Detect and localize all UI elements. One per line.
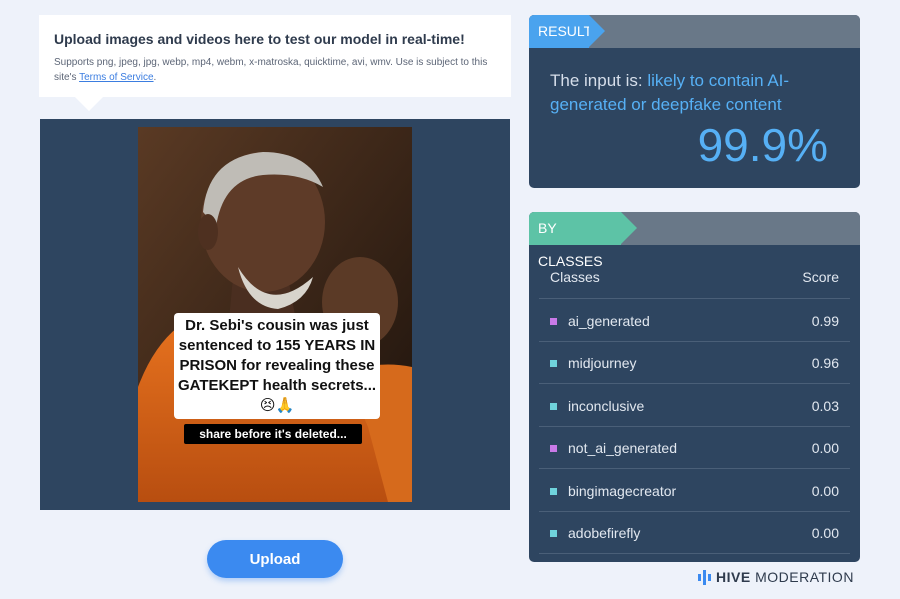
tooltip-pointer: [75, 97, 103, 111]
class-score: 0.96: [811, 355, 839, 371]
class-score: 0.00: [811, 483, 839, 499]
class-name: adobefirefly: [568, 525, 641, 541]
class-name: midjourney: [568, 355, 637, 371]
brand-name-rest: MODERATION: [750, 569, 854, 585]
table-row: midjourney 0.96: [539, 341, 850, 384]
col-classes: Classes: [550, 269, 600, 285]
brand-name-bold: HIVE: [716, 569, 751, 585]
class-color-marker: [550, 318, 557, 325]
result-card: RESULT The input is: likely to contain A…: [529, 15, 860, 188]
brand-text: HIVE MODERATION: [716, 569, 854, 585]
col-score: Score: [802, 269, 839, 285]
class-score: 0.00: [811, 525, 839, 541]
table-row: inconclusive 0.03: [539, 384, 850, 427]
class-color-marker: [550, 530, 557, 537]
class-score: 0.03: [811, 398, 839, 414]
result-score: 99.9%: [697, 119, 828, 171]
class-color-marker: [550, 403, 557, 410]
class-name: ai_generated: [568, 313, 650, 329]
media-preview-panel: Dr. Sebi's cousin was just sentenced to …: [40, 119, 510, 510]
result-verdict: The input is: likely to contain AI-gener…: [550, 69, 840, 117]
verdict-prefix: The input is:: [550, 71, 648, 90]
class-name: inconclusive: [568, 398, 645, 414]
table-row: not_ai_generated 0.00: [539, 426, 850, 469]
table-row: adobefirefly 0.00: [539, 511, 850, 554]
table-row: bingimagecreator 0.00: [539, 469, 850, 512]
upload-info-title: Upload images and videos here to test ou…: [54, 31, 465, 47]
class-score: 0.00: [811, 440, 839, 456]
hive-logo-icon: [698, 570, 711, 585]
classes-tab: BY CLASSES: [529, 212, 637, 269]
class-score: 0.99: [811, 313, 839, 329]
tos-suffix: .: [153, 72, 157, 83]
terms-of-service-link[interactable]: Terms of Service: [79, 72, 153, 83]
supported-formats-text: Supports png, jpeg, jpg, webp, mp4, webm…: [54, 55, 496, 85]
uploaded-image: Dr. Sebi's cousin was just sentenced to …: [138, 127, 412, 502]
classes-header: BY CLASSES: [529, 212, 860, 269]
class-color-marker: [550, 445, 557, 452]
image-caption: Dr. Sebi's cousin was just sentenced to …: [174, 313, 380, 419]
upload-button[interactable]: Upload: [207, 540, 343, 578]
result-tab: RESULT: [529, 15, 605, 48]
classes-table-header: Classes Score: [539, 269, 850, 299]
table-row: ai_generated 0.99: [539, 299, 850, 342]
result-header: RESULT: [529, 15, 860, 48]
class-name: not_ai_generated: [568, 440, 677, 456]
class-color-marker: [550, 360, 557, 367]
class-name: bingimagecreator: [568, 483, 677, 499]
upload-info-box: Upload images and videos here to test ou…: [39, 15, 511, 111]
image-caption-tag: share before it's deleted...: [184, 424, 362, 444]
class-color-marker: [550, 488, 557, 495]
classes-card: BY CLASSES Classes Score ai_generated 0.…: [529, 212, 860, 562]
